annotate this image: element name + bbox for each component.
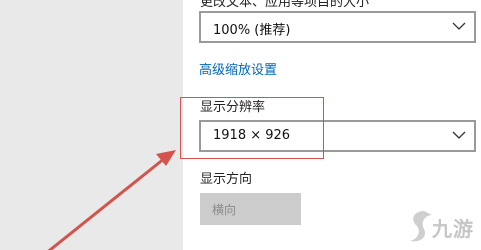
jiuyou-logo: 九游 (406, 207, 481, 250)
watermark-text: 九游 (432, 217, 474, 241)
